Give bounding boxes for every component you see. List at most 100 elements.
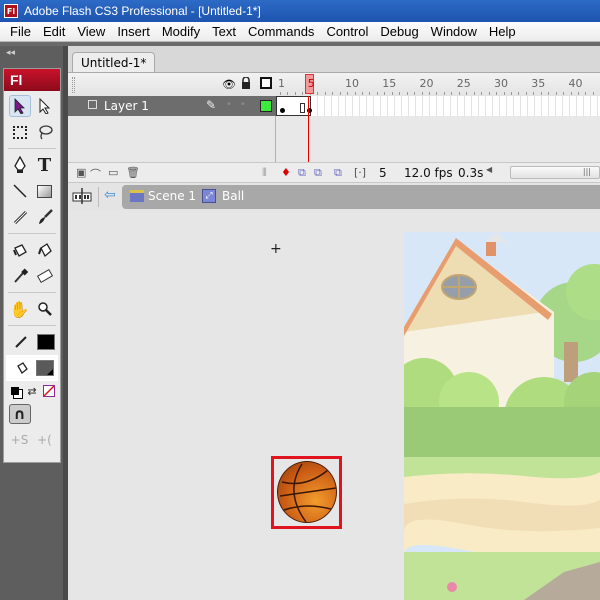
show-hide-layers-icon[interactable]: 👁: [222, 78, 236, 91]
keyframe-span[interactable]: [276, 96, 312, 116]
center-frame-icon[interactable]: ♦: [281, 166, 291, 179]
menu-commands[interactable]: Commands: [242, 24, 320, 39]
onion-skin-icon[interactable]: ⧉: [298, 166, 306, 180]
keyframe-dot[interactable]: [280, 108, 285, 113]
add-motion-guide-icon[interactable]: ⌒: [90, 166, 101, 182]
ruler-tick-label: 35: [531, 77, 546, 90]
ruler-tick-mark: [399, 92, 401, 95]
timeline-toggle-icon[interactable]: [72, 188, 92, 204]
ruler-tick-label: 40: [568, 77, 583, 90]
timeline-grip[interactable]: [72, 77, 75, 93]
ruler-tick-mark: [317, 92, 319, 95]
ruler-tick-mark: [488, 92, 490, 95]
menu-text[interactable]: Text: [206, 24, 242, 39]
subselection-tool-icon[interactable]: [34, 95, 56, 117]
free-transform-tool-icon[interactable]: [9, 121, 31, 143]
pen-tool-icon[interactable]: [9, 154, 31, 176]
layer-row[interactable]: Layer 1 ✎ ••: [68, 96, 276, 116]
registration-crosshair-icon: +: [270, 241, 282, 257]
ink-bottle-tool-icon[interactable]: [9, 239, 31, 261]
background-scene-image[interactable]: [404, 232, 600, 600]
frames-row[interactable]: [276, 96, 600, 116]
edit-bar-separator: [98, 187, 99, 207]
eyedropper-tool-icon[interactable]: [9, 265, 31, 287]
ruler-tick-mark: [570, 92, 572, 95]
selected-symbol-bounding-box[interactable]: [271, 456, 342, 529]
menu-debug[interactable]: Debug: [374, 24, 424, 39]
fill-color-swatch[interactable]: [35, 360, 54, 376]
onion-skin-outlines-icon[interactable]: ⧉: [314, 166, 322, 180]
edit-multiple-frames-icon[interactable]: ⧉: [334, 166, 342, 180]
menu-help[interactable]: Help: [483, 24, 522, 39]
ruler-tick-mark: [287, 92, 289, 95]
breadcrumb-symbol[interactable]: Ball: [222, 189, 244, 203]
pencil-edit-icon: ✎: [206, 98, 217, 112]
tools-separator: [8, 292, 56, 293]
insert-folder-icon[interactable]: ▭: [108, 166, 118, 179]
selection-tool-icon[interactable]: [8, 95, 31, 117]
modify-onion-markers-icon[interactable]: [·]: [354, 166, 366, 179]
paint-bucket-tool-icon[interactable]: [34, 239, 56, 261]
smooth-icon[interactable]: +S: [9, 429, 31, 451]
tools-panel: ◂◂ Fl T ✋ ⇄ ∩ +S +(: [0, 46, 64, 600]
breadcrumb-scene[interactable]: Scene 1: [148, 189, 196, 203]
menu-insert[interactable]: Insert: [111, 24, 156, 39]
delete-layer-icon[interactable]: 🗑: [126, 166, 140, 179]
ruler-tick-mark: [592, 92, 594, 95]
stage[interactable]: +: [68, 210, 600, 600]
rectangle-tool-icon[interactable]: [34, 180, 56, 202]
ruler-tick-label: 1: [278, 77, 285, 90]
pencil-tool-icon[interactable]: [9, 206, 31, 228]
menu-modify[interactable]: Modify: [156, 24, 206, 39]
hand-tool-icon[interactable]: ✋: [9, 298, 31, 320]
lasso-tool-icon[interactable]: [34, 121, 56, 143]
menu-file[interactable]: File: [4, 24, 37, 39]
layer-visibility-dots[interactable]: ••: [226, 99, 254, 110]
brush-tool-icon[interactable]: [34, 206, 56, 228]
layer-icon: [88, 100, 97, 109]
ruler-tick-mark: [421, 92, 423, 95]
footer-grip-icon[interactable]: ⦀: [262, 166, 267, 180]
image-tint-overlay: [404, 232, 600, 600]
default-colors-icon[interactable]: [8, 380, 22, 402]
scene-clapper-icon: [130, 190, 144, 202]
no-color-icon[interactable]: [42, 380, 56, 402]
ruler-tick-mark: [302, 92, 304, 95]
ruler-tick-mark: [384, 92, 386, 95]
document-tab[interactable]: Untitled-1*: [72, 52, 156, 73]
flash-app-icon: Fl: [4, 4, 18, 18]
ruler-tick-mark: [406, 92, 408, 95]
lock-layers-icon[interactable]: [241, 77, 251, 89]
basketball-symbol[interactable]: [277, 461, 337, 523]
timeline-horizontal-scrollbar[interactable]: |||: [510, 166, 600, 179]
layer-outline-color[interactable]: [260, 100, 272, 112]
ruler-tick-label: 15: [382, 77, 397, 90]
menu-window[interactable]: Window: [425, 24, 483, 39]
back-arrow-icon[interactable]: ⇦: [104, 187, 116, 203]
straighten-icon[interactable]: +(: [34, 429, 56, 451]
ruler-tick-mark: [332, 92, 334, 95]
scrollbar-grip[interactable]: |||: [583, 167, 591, 176]
frame-ruler[interactable]: 1 5 10 15 20 25 30 35 40: [276, 73, 600, 97]
ruler-tick-mark: [451, 92, 453, 95]
eraser-tool-icon[interactable]: [34, 265, 56, 287]
layer-name[interactable]: Layer 1: [104, 99, 149, 113]
menu-control[interactable]: Control: [320, 24, 374, 39]
stroke-color-swatch[interactable]: [36, 334, 55, 350]
menu-bar: File Edit View Insert Modify Text Comman…: [0, 22, 600, 42]
insert-layer-icon[interactable]: ▣: [76, 166, 86, 179]
menu-edit[interactable]: Edit: [37, 24, 71, 39]
snap-to-objects-icon[interactable]: ∩: [8, 404, 31, 424]
frame-rate-readout[interactable]: 12.0 fps: [404, 166, 453, 180]
tools-panel-body: Fl T ✋ ⇄ ∩ +S +(: [3, 68, 61, 463]
collapse-panel-icon[interactable]: ◂◂: [6, 48, 15, 58]
movieclip-symbol-icon: ⤢: [202, 189, 216, 203]
zoom-tool-icon[interactable]: [34, 298, 56, 320]
ruler-tick-label: 25: [456, 77, 471, 90]
outline-layers-icon[interactable]: [260, 77, 272, 89]
text-tool-icon[interactable]: T: [34, 154, 56, 176]
line-tool-icon[interactable]: [9, 180, 31, 202]
scroll-left-arrow[interactable]: ◀: [486, 165, 492, 174]
menu-view[interactable]: View: [71, 24, 111, 39]
swap-colors-icon[interactable]: ⇄: [25, 380, 39, 402]
